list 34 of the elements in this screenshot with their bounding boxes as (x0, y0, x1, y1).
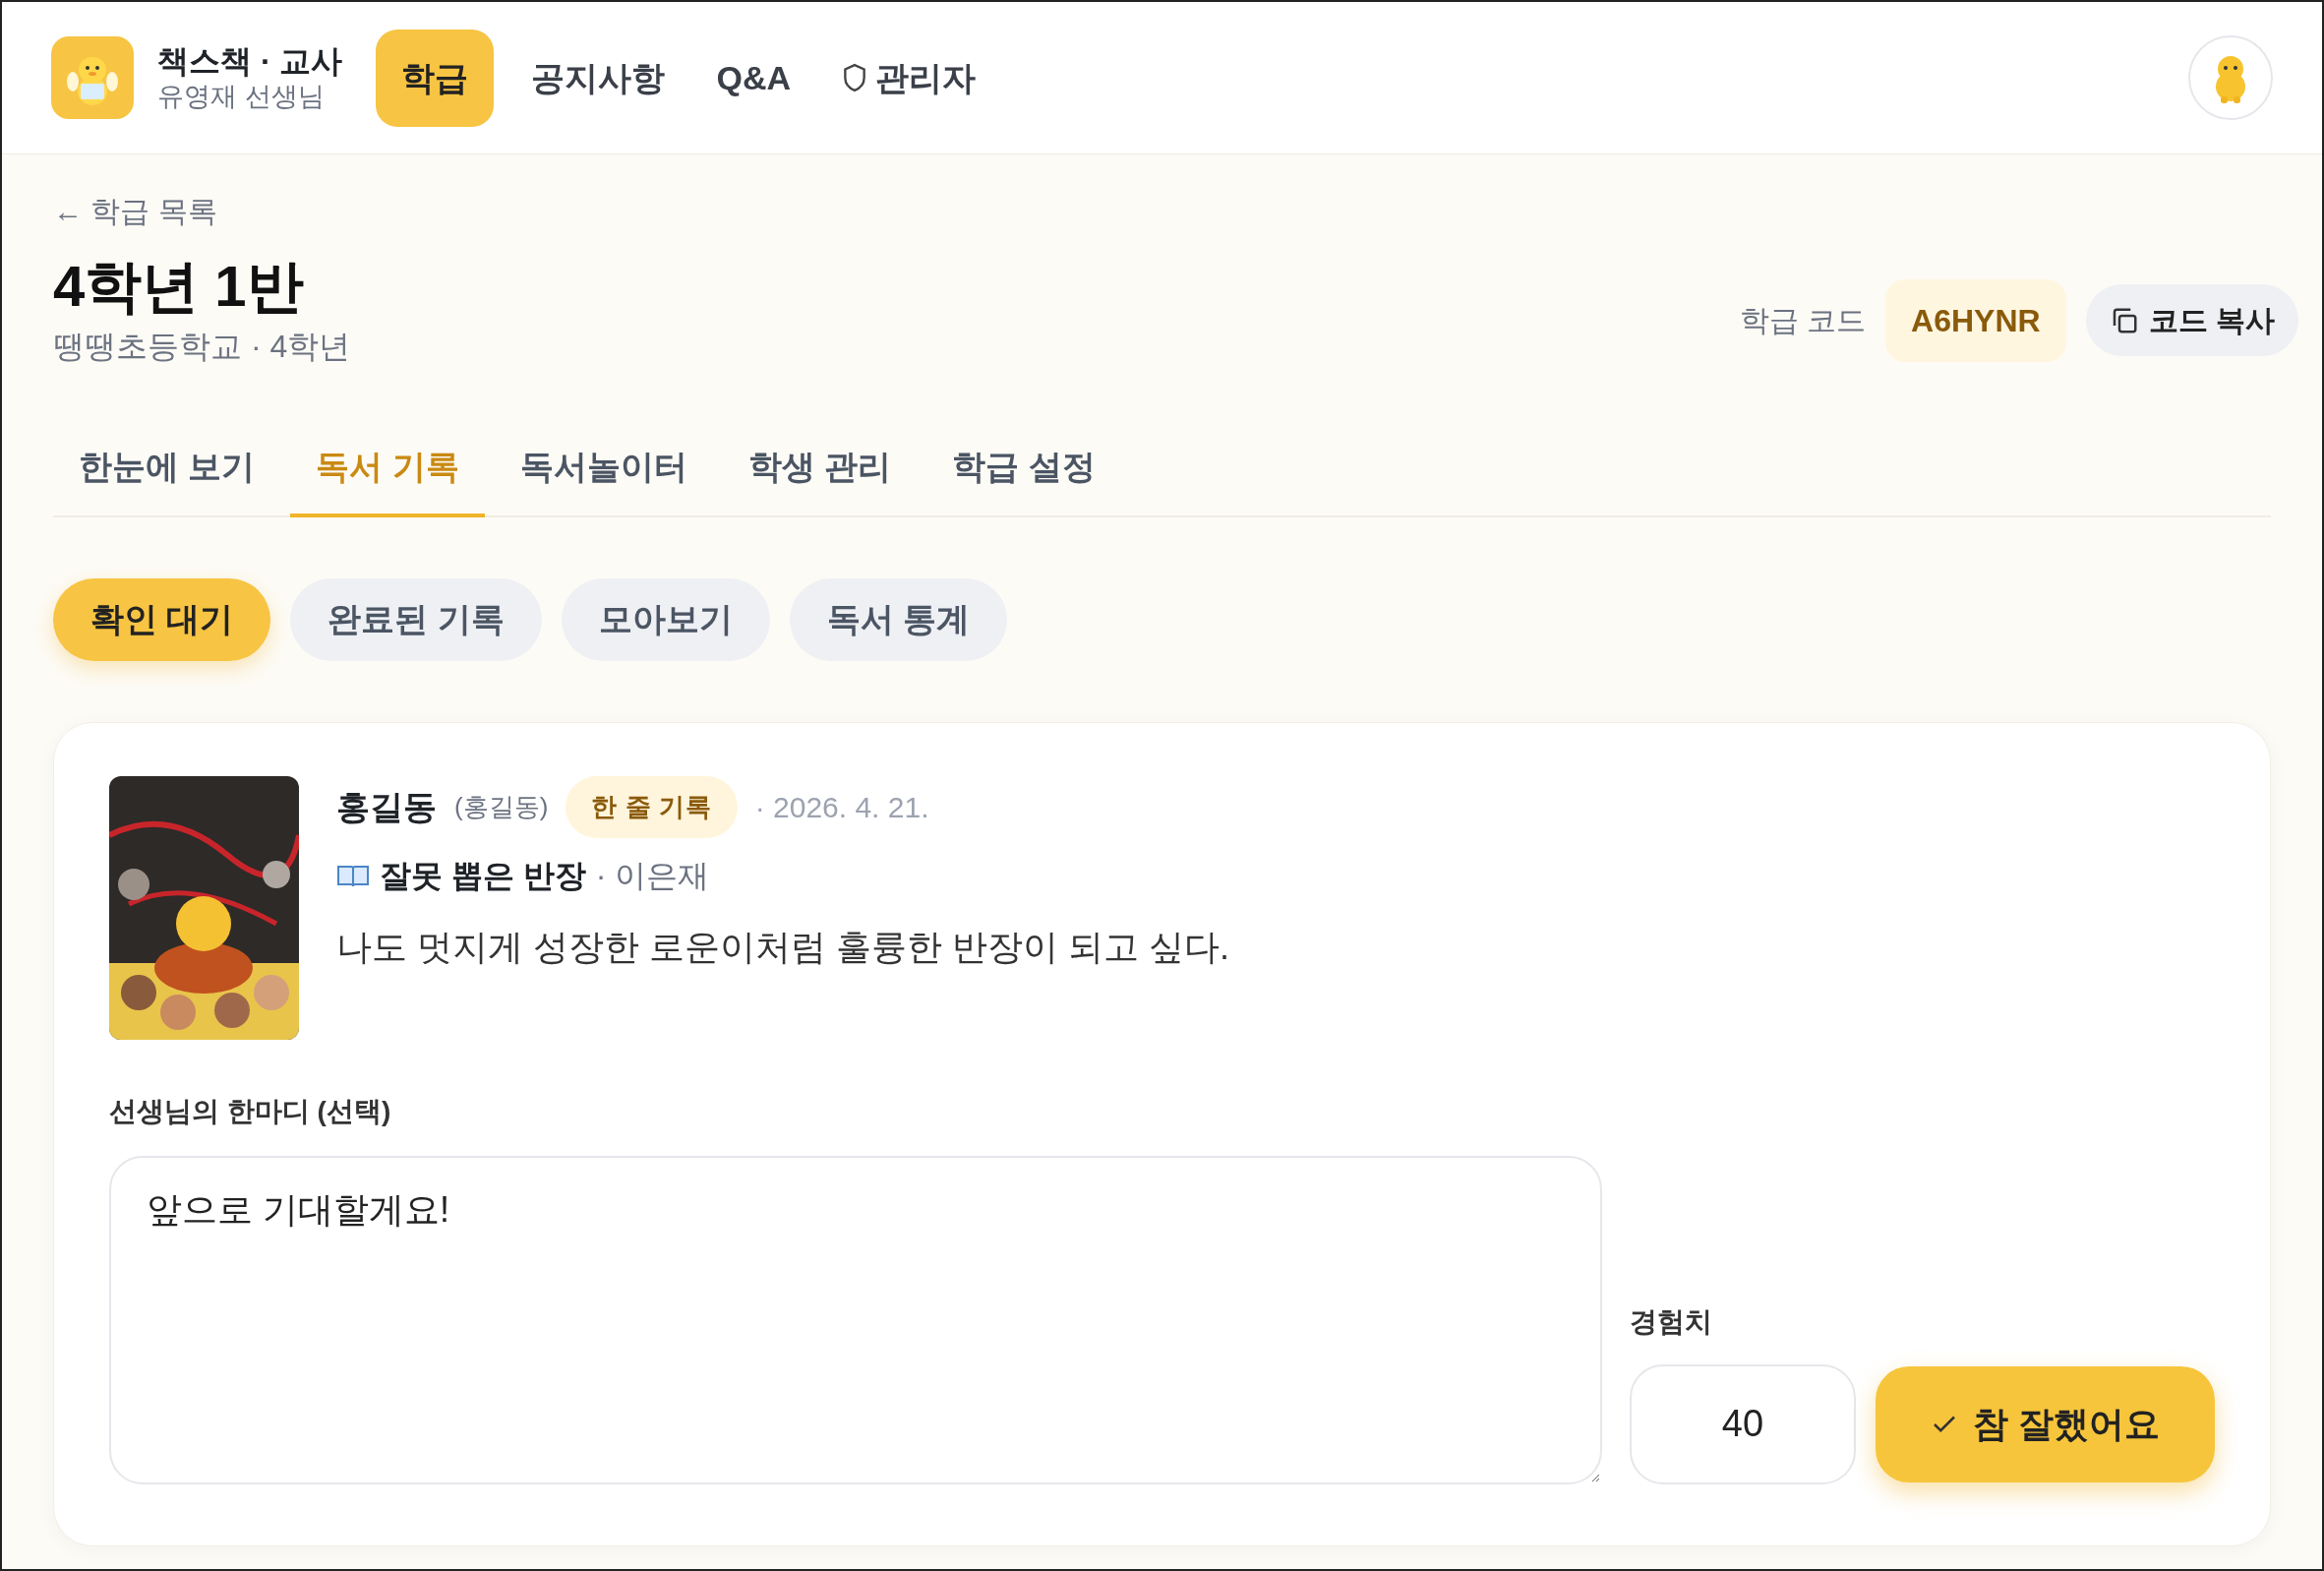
nav-link[interactable]: Q&A (702, 29, 804, 127)
tab[interactable]: 학급 설정 (926, 431, 1121, 517)
class-title: 4학년 1반 (53, 253, 305, 320)
class-code: A6HYNR (1885, 278, 2066, 362)
shield-icon (842, 63, 867, 92)
back-link[interactable]: ← 학급 목록 (53, 189, 217, 233)
code-label: 학급 코드 (1739, 303, 1867, 338)
approve-button[interactable]: 참 잘했어요 (1876, 1365, 2215, 1482)
record-text: 나도 멋지게 성장한 로운이처럼 훌륭한 반장이 되고 싶다. (336, 925, 1229, 969)
filter-pill[interactable]: 독서 통계 (789, 577, 1008, 661)
tab[interactable]: 학생 관리 (722, 431, 918, 517)
student-nickname: (홍길동) (454, 790, 549, 823)
app-title: 책스책 · 교사 (157, 42, 343, 82)
xp-field[interactable]: 40 (1630, 1363, 1856, 1484)
xp-label: 경험치 (1630, 1304, 1713, 1339)
nav-link[interactable]: 공지사항 (517, 29, 680, 127)
record-date: · 2026. 4. 21. (754, 789, 929, 825)
filter-pill[interactable]: 확인 대기 (53, 577, 271, 661)
tab[interactable]: 한눈에 보기 (53, 431, 281, 517)
filter-pill[interactable]: 모아보기 (561, 577, 770, 661)
comment-field[interactable]: 앞으로 기대할게요! (109, 1155, 1602, 1484)
nav-link[interactable]: 관리자 (828, 29, 989, 127)
class-subtitle: 땡땡초등학교 · 4학년 (53, 327, 351, 366)
book-author: · 이은재 (595, 856, 710, 895)
logo-icon (51, 36, 134, 119)
tab[interactable]: 독서놀이터 (494, 431, 713, 517)
comment-label: 선생님의 한마디 (선택) (109, 1094, 392, 1128)
student-name: 홍길동 (336, 786, 437, 827)
user-name: 유영재 선생님 (157, 81, 326, 114)
filter-pill[interactable]: 완료된 기록 (290, 577, 542, 661)
nav-link[interactable]: 학급 (376, 29, 495, 127)
book-title: 잘못 뽑은 반장 (380, 856, 586, 895)
copy-code-button[interactable]: 코드 복사 (2085, 284, 2298, 356)
record-type-badge: 한 줄 기록 (566, 775, 738, 838)
